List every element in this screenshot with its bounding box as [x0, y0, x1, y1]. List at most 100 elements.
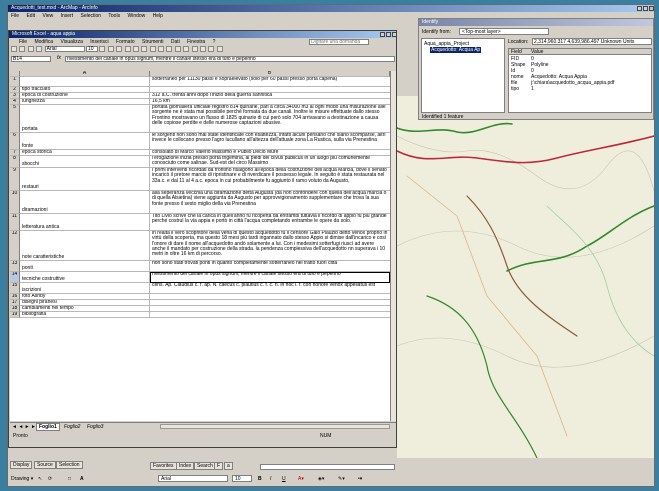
tree-child[interactable]: Acquedotto: Acqua Ap [430, 47, 482, 53]
pointer-icon[interactable]: ↖ [38, 476, 42, 482]
row-header[interactable]: 6 [10, 133, 20, 150]
excel-menu-strumenti[interactable]: Strumenti [142, 39, 163, 45]
cell-b[interactable]: cens. Ap. Claudius c. f. ap. N. caecus c… [150, 283, 390, 294]
arcmap-scrollbar[interactable] [260, 464, 395, 470]
cell-a[interactable]: sbocchi [20, 156, 150, 168]
text-tool-icon[interactable]: A [80, 476, 84, 482]
menu-view[interactable]: View [42, 13, 53, 19]
cell-a[interactable]: fonte [20, 133, 150, 150]
excel-menu-help[interactable]: ? [213, 39, 216, 45]
sort-icon[interactable] [36, 46, 43, 52]
cell-a[interactable]: ponti [20, 261, 150, 272]
horizontal-scrollbar[interactable] [160, 424, 390, 429]
cell-b[interactable]: l'erogazione inizia presso porta trigemi… [150, 156, 390, 168]
new-icon[interactable] [11, 46, 17, 52]
row-header[interactable]: 5 [10, 105, 20, 133]
align-right-icon[interactable] [141, 46, 148, 52]
excel-menu-inserisci[interactable]: Inserisci [90, 39, 108, 45]
cell-a[interactable]: diramazioni [20, 191, 150, 214]
underline-icon[interactable] [116, 46, 123, 52]
row-header[interactable]: 9 [10, 168, 20, 191]
spreadsheet-grid[interactable]: A B 1 sotterraneo per 11130 passi e sopra… [10, 71, 396, 421]
fill-color-icon[interactable] [208, 46, 215, 52]
tab-index[interactable]: Index [176, 462, 195, 470]
tab-favorites[interactable]: Favorites [150, 462, 177, 470]
menu-file[interactable]: File [11, 13, 19, 19]
menu-insert[interactable]: Insert [61, 13, 74, 19]
menu-window[interactable]: Window [127, 13, 145, 19]
row-header[interactable]: 19 [10, 312, 20, 318]
tab-source[interactable]: Source [34, 461, 56, 469]
cell-a[interactable]: tecniche costruttive [20, 272, 150, 283]
align-center-icon[interactable] [132, 46, 139, 52]
cell-a[interactable]: note caratteristiche [20, 231, 150, 261]
row-header[interactable]: 15 [10, 283, 20, 294]
font-color-icon[interactable] [216, 46, 223, 52]
tab-selection[interactable]: Selection [56, 461, 83, 469]
tab-search[interactable]: Search [194, 462, 216, 470]
drawing-menu[interactable]: Drawing ▾ [11, 476, 33, 482]
menu-help[interactable]: Help [153, 13, 163, 19]
excel-minimize-button[interactable] [380, 32, 385, 37]
cell-b[interactable]: in realtà il vero scopritore della vena … [150, 231, 390, 261]
cell-b[interactable]: non sono stati trovati ponti in quanto c… [150, 261, 390, 272]
cell-a[interactable]: bibliografia [20, 312, 150, 318]
tab-display[interactable]: Display [10, 461, 33, 469]
excel-close-button[interactable] [392, 32, 397, 37]
menu-tools[interactable]: Tools [108, 13, 120, 19]
minimize-button[interactable] [637, 6, 642, 11]
excel-menu-modifica[interactable]: Modifica [34, 39, 53, 45]
row-header[interactable]: 13 [10, 261, 20, 272]
decimal-icon[interactable] [183, 46, 190, 52]
currency-icon[interactable] [158, 46, 165, 52]
cell-b[interactable] [150, 312, 390, 318]
line-color-icon[interactable]: ✎▾ [338, 476, 345, 482]
font-name-select[interactable]: Arial [44, 46, 85, 52]
row-header[interactable]: 11 [10, 214, 20, 231]
cell-b[interactable]: alla seperanza vecchia una diramazione d… [150, 191, 390, 214]
rectangle-icon[interactable]: □ [68, 476, 71, 482]
close-button[interactable] [649, 6, 654, 11]
cell-a[interactable]: portata [20, 105, 150, 133]
drawing-italic-icon[interactable]: I [270, 476, 271, 482]
open-icon[interactable] [19, 46, 26, 52]
excel-maximize-button[interactable] [386, 32, 391, 37]
percent-icon[interactable] [166, 46, 173, 52]
tab-f[interactable]: F [214, 462, 224, 470]
excel-menu-formato[interactable]: Formato [116, 39, 135, 45]
row-header[interactable]: 8 [10, 156, 20, 168]
row-header[interactable]: 10 [10, 191, 20, 214]
drawing-underline-icon[interactable]: U [282, 476, 286, 482]
cell-b[interactable]: I primi interventi ricordati da frontino… [150, 168, 390, 191]
tab-foglio1[interactable]: Foglio1 [36, 423, 60, 431]
cell-a[interactable]: restauri [20, 168, 150, 191]
bold-icon[interactable] [99, 46, 106, 52]
tab-scroll-icon[interactable]: ◄ ◄ ► ► [12, 424, 36, 430]
italic-icon[interactable] [107, 46, 114, 52]
tab-foglio3[interactable]: Foglio3 [85, 424, 105, 430]
excel-menu-visualizza[interactable]: Visualizza [60, 39, 82, 45]
tab-a[interactable]: a [224, 462, 233, 470]
help-question-input[interactable]: Digitare una domanda [309, 39, 369, 45]
cell-b[interactable]: portata giornaliera ufficiale registro 8… [150, 105, 390, 133]
excel-menu-dati[interactable]: Dati [171, 39, 180, 45]
thousands-icon[interactable] [174, 46, 181, 52]
name-box[interactable]: B14 [11, 56, 51, 62]
row-header[interactable]: 12 [10, 231, 20, 261]
cell-b[interactable]: sotterraneo per 11130 passi e sopraeleva… [150, 77, 390, 87]
formula-input[interactable]: rivestimento del canale in opus signum, … [65, 56, 395, 62]
cell-b[interactable]: Tito Livio scrive che la carica in quell… [150, 214, 390, 231]
cell-b[interactable]: rivestimento del canale in opus signum, … [150, 272, 390, 283]
drawing-font-select[interactable]: Arial [158, 475, 228, 482]
borders-icon[interactable] [200, 46, 207, 52]
drawing-size-select[interactable]: 10 [232, 475, 252, 482]
menu-selection[interactable]: Selection [81, 13, 102, 19]
fill-color-icon[interactable]: ◈▾ [318, 476, 324, 482]
menu-edit[interactable]: Edit [26, 13, 35, 19]
cell-a[interactable]: iscrizioni [20, 283, 150, 294]
cell-a[interactable] [20, 77, 150, 87]
save-icon[interactable] [27, 46, 34, 52]
row-header[interactable]: 1 [10, 77, 20, 87]
font-color-icon[interactable]: A▾ [298, 476, 304, 482]
marker-color-icon[interactable]: •▾ [358, 476, 362, 482]
